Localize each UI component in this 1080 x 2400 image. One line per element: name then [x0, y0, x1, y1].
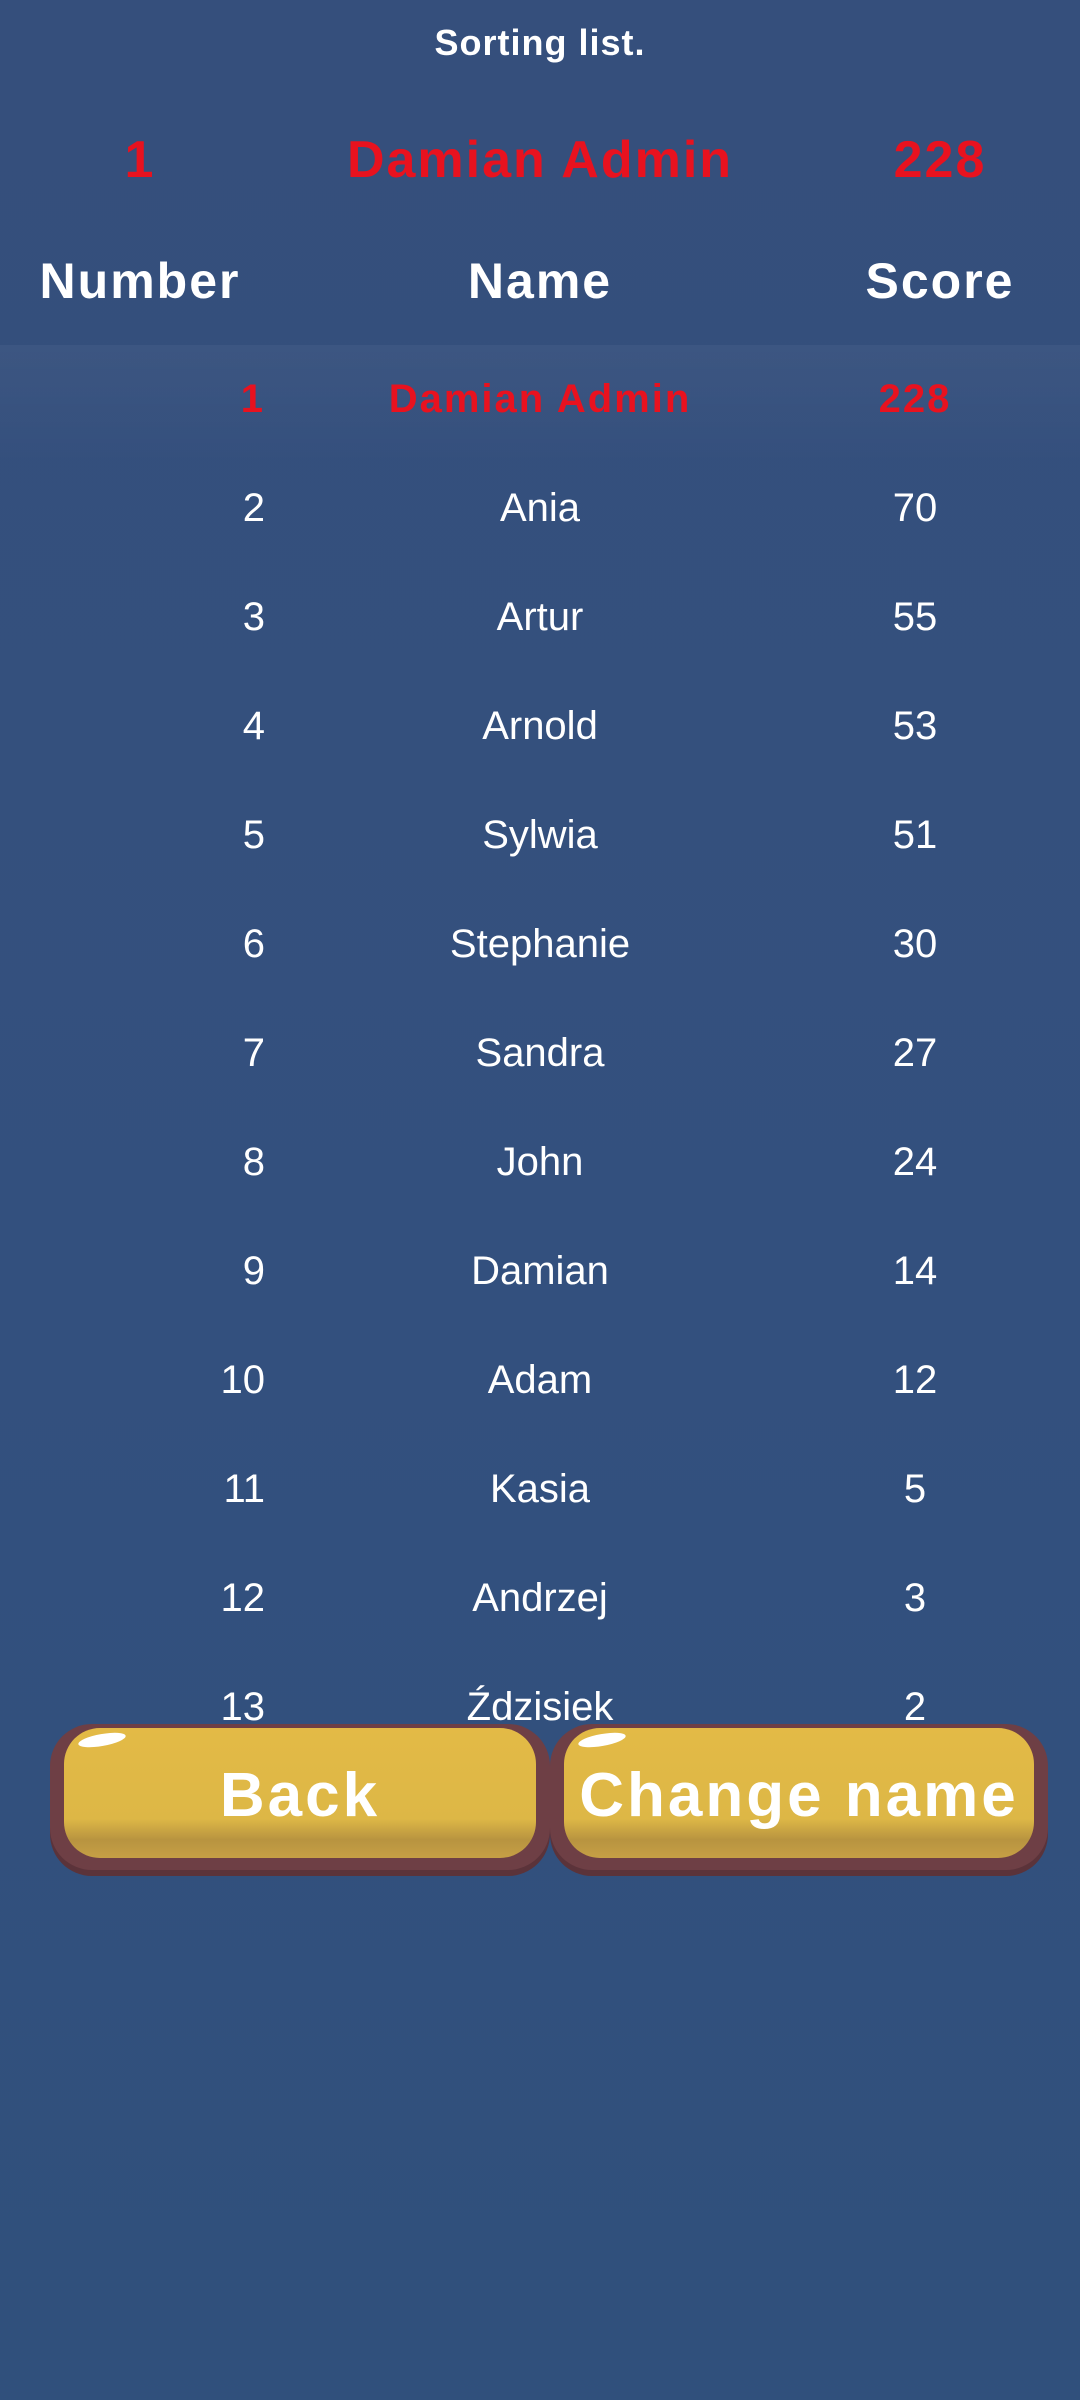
row-number: 13 [220, 1685, 266, 1725]
change-name-button-label: Change name [579, 1761, 1019, 1830]
row-number: 5 [242, 813, 265, 857]
row-name: Sandra [475, 1031, 605, 1075]
row-number: 8 [242, 1140, 265, 1184]
row-number: 7 [242, 1031, 265, 1075]
leaderboard-list[interactable]: 1 Damian Admin 228 2 Ania 70 3 Artur 55 … [0, 345, 1080, 1725]
row-score: 3 [903, 1576, 927, 1620]
current-player-number: 1 [124, 131, 156, 189]
table-row: 10 Adam 12 [0, 1358, 1080, 1418]
table-row: 8 John 24 [0, 1140, 1080, 1200]
row-name: Andrzej [472, 1576, 608, 1620]
row-number: 3 [242, 595, 265, 639]
row-score: 228 [878, 377, 952, 421]
row-name: John [496, 1140, 584, 1184]
row-score: 70 [892, 486, 938, 530]
table-row: 12 Andrzej 3 [0, 1576, 1080, 1636]
row-score: 2 [903, 1685, 927, 1725]
row-score: 27 [892, 1031, 938, 1075]
table-row: 9 Damian 14 [0, 1249, 1080, 1309]
row-score: 14 [892, 1249, 938, 1293]
current-player-row: 1 Damian Admin 228 [0, 130, 1080, 200]
header-name: Name [467, 253, 613, 309]
row-name: Stephanie [449, 922, 631, 966]
table-row: 1 Damian Admin 228 [0, 377, 1080, 437]
table-row: 2 Ania 70 [0, 486, 1080, 546]
row-name: Kasia [489, 1467, 591, 1511]
row-name: Damian [471, 1249, 609, 1293]
row-score: 30 [892, 922, 938, 966]
row-name: Ania [499, 486, 581, 530]
row-name: Arnold [482, 704, 598, 748]
row-number: 6 [242, 922, 265, 966]
change-name-button[interactable]: Change name [550, 1724, 1048, 1870]
row-score: 55 [892, 595, 938, 639]
row-number: 9 [242, 1249, 265, 1293]
table-row: 3 Artur 55 [0, 595, 1080, 655]
header-number: Number [39, 253, 241, 309]
table-row: 13 Ździsiek 2 [0, 1685, 1080, 1725]
table-row: 11 Kasia 5 [0, 1467, 1080, 1527]
table-row: 4 Arnold 53 [0, 704, 1080, 764]
row-score: 53 [892, 704, 938, 748]
row-number: 4 [242, 704, 265, 748]
row-name: Ździsiek [466, 1685, 614, 1725]
row-name: Damian Admin [388, 377, 692, 421]
current-player-score: 228 [893, 131, 987, 189]
row-name: Artur [496, 595, 584, 639]
page-title: Sorting list. [434, 22, 646, 63]
row-number: 12 [220, 1576, 266, 1620]
column-headers: Number Name Score [0, 252, 1080, 322]
row-name: Sylwia [482, 813, 598, 857]
row-number: 2 [242, 486, 265, 530]
row-name: Adam [487, 1358, 593, 1402]
row-score: 5 [903, 1467, 927, 1511]
current-player-name: Damian Admin [346, 131, 734, 189]
row-number: 11 [223, 1467, 265, 1511]
header-score: Score [865, 253, 1015, 309]
row-score: 12 [892, 1358, 938, 1402]
row-score: 51 [892, 813, 938, 857]
back-button[interactable]: Back [50, 1724, 550, 1870]
row-number: 10 [220, 1358, 266, 1402]
row-number: 1 [240, 377, 265, 421]
row-score: 24 [892, 1140, 938, 1184]
table-row: 6 Stephanie 30 [0, 922, 1080, 982]
table-row: 5 Sylwia 51 [0, 813, 1080, 873]
back-button-label: Back [219, 1761, 381, 1830]
table-row: 7 Sandra 27 [0, 1031, 1080, 1091]
